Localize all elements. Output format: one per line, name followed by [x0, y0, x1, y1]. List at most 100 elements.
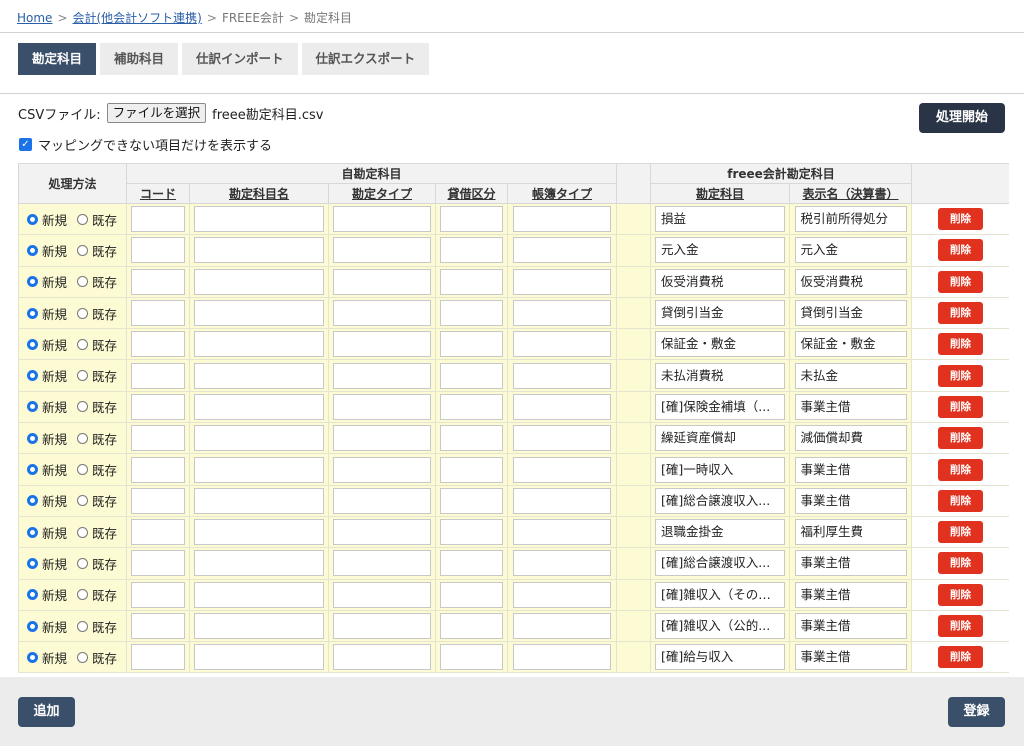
delete-button[interactable]: 削除 — [938, 302, 983, 325]
debit-credit-input[interactable] — [440, 300, 503, 327]
debit-credit-input[interactable] — [440, 456, 503, 483]
book-type-input[interactable] — [513, 550, 611, 577]
header-debit-credit[interactable]: 貸借区分 — [435, 183, 508, 204]
radio-existing[interactable] — [77, 651, 89, 663]
choose-file-button[interactable]: ファイルを選択 — [106, 103, 207, 123]
code-input[interactable] — [131, 550, 185, 577]
freee-account-field[interactable]: [確]一時収入 — [655, 456, 785, 483]
radio-existing[interactable] — [77, 338, 89, 350]
freee-account-field[interactable]: 退職金掛金 — [655, 519, 785, 546]
display-name-field[interactable]: 事業主借 — [794, 550, 907, 577]
debit-credit-input[interactable] — [440, 268, 503, 295]
delete-button[interactable]: 削除 — [938, 646, 983, 669]
delete-button[interactable]: 削除 — [938, 583, 983, 606]
add-button[interactable]: 追加 — [18, 697, 75, 727]
debit-credit-input[interactable] — [440, 581, 503, 608]
radio-existing[interactable] — [77, 432, 89, 444]
book-type-input[interactable] — [513, 581, 611, 608]
display-name-field[interactable]: 仮受消費税 — [794, 268, 907, 295]
book-type-input[interactable] — [513, 456, 611, 483]
delete-button[interactable]: 削除 — [938, 427, 983, 450]
book-type-input[interactable] — [513, 300, 611, 327]
freee-account-field[interactable]: [確]総合譲渡収入... — [655, 487, 785, 514]
account-type-input[interactable] — [333, 268, 431, 295]
account-type-input[interactable] — [333, 362, 431, 389]
code-input[interactable] — [131, 581, 185, 608]
checkbox-checked-icon[interactable]: ✓ — [19, 138, 32, 151]
radio-new[interactable] — [27, 338, 38, 350]
delete-button[interactable]: 削除 — [938, 395, 983, 418]
delete-button[interactable]: 削除 — [938, 521, 983, 544]
radio-new[interactable] — [27, 307, 38, 319]
account-name-input[interactable] — [194, 300, 324, 327]
freee-account-field[interactable]: [確]雑収入（その他） — [655, 581, 785, 608]
code-input[interactable] — [131, 237, 185, 264]
delete-button[interactable]: 削除 — [938, 458, 983, 481]
delete-button[interactable]: 削除 — [938, 208, 983, 231]
code-input[interactable] — [131, 519, 185, 546]
account-type-input[interactable] — [333, 425, 431, 452]
display-name-field[interactable]: 貸倒引当金 — [794, 300, 907, 327]
account-name-input[interactable] — [194, 362, 324, 389]
debit-credit-input[interactable] — [440, 206, 503, 233]
radio-existing[interactable] — [77, 589, 89, 601]
radio-existing[interactable] — [77, 557, 89, 569]
code-input[interactable] — [131, 613, 185, 639]
account-type-input[interactable] — [333, 300, 431, 327]
display-name-field[interactable]: 事業主借 — [794, 456, 907, 483]
radio-existing[interactable] — [77, 401, 89, 413]
code-input[interactable] — [131, 206, 185, 233]
tab-sub-accounts[interactable]: 補助科目 — [100, 43, 179, 75]
display-name-field[interactable]: 元入金 — [794, 237, 907, 264]
delete-button[interactable]: 削除 — [938, 615, 983, 637]
start-processing-button[interactable]: 処理開始 — [919, 103, 1005, 133]
code-input[interactable] — [131, 300, 185, 327]
debit-credit-input[interactable] — [440, 425, 503, 452]
account-type-input[interactable] — [333, 206, 431, 233]
radio-existing[interactable] — [77, 244, 89, 256]
account-name-input[interactable] — [194, 487, 324, 514]
debit-credit-input[interactable] — [440, 613, 503, 639]
filter-checkbox-row[interactable]: ✓ マッピングできない項目だけを表示する — [19, 135, 272, 154]
radio-new[interactable] — [27, 651, 38, 663]
radio-new[interactable] — [27, 401, 38, 413]
code-input[interactable] — [131, 456, 185, 483]
account-type-input[interactable] — [333, 613, 431, 639]
radio-existing[interactable] — [77, 620, 89, 632]
code-input[interactable] — [131, 268, 185, 295]
debit-credit-input[interactable] — [440, 393, 503, 420]
radio-existing[interactable] — [77, 464, 89, 476]
display-name-field[interactable]: 事業主借 — [794, 613, 907, 639]
radio-existing[interactable] — [77, 307, 89, 319]
account-type-input[interactable] — [333, 331, 431, 358]
radio-new[interactable] — [27, 464, 38, 476]
debit-credit-input[interactable] — [440, 487, 503, 514]
radio-new[interactable] — [27, 526, 38, 538]
radio-new[interactable] — [27, 244, 38, 256]
account-name-input[interactable] — [194, 550, 324, 577]
account-type-input[interactable] — [333, 393, 431, 420]
display-name-field[interactable]: 事業主借 — [794, 644, 907, 671]
account-type-input[interactable] — [333, 519, 431, 546]
freee-account-field[interactable]: 貸倒引当金 — [655, 300, 785, 327]
delete-button[interactable]: 削除 — [938, 552, 983, 575]
account-type-input[interactable] — [333, 456, 431, 483]
radio-existing[interactable] — [77, 495, 89, 507]
account-type-input[interactable] — [333, 237, 431, 264]
book-type-input[interactable] — [513, 425, 611, 452]
account-type-input[interactable] — [333, 644, 431, 671]
display-name-field[interactable]: 福利厚生費 — [794, 519, 907, 546]
debit-credit-input[interactable] — [440, 362, 503, 389]
account-name-input[interactable] — [194, 581, 324, 608]
debit-credit-input[interactable] — [440, 237, 503, 264]
book-type-input[interactable] — [513, 613, 611, 639]
delete-button[interactable]: 削除 — [938, 239, 983, 262]
account-name-input[interactable] — [194, 519, 324, 546]
delete-button[interactable]: 削除 — [938, 270, 983, 293]
radio-new[interactable] — [27, 276, 38, 288]
freee-account-field[interactable]: [確]保険金補填（... — [655, 393, 785, 420]
breadcrumb-home-link[interactable]: Home — [17, 11, 52, 25]
book-type-input[interactable] — [513, 393, 611, 420]
header-account-name[interactable]: 勘定科目名 — [189, 183, 329, 204]
code-input[interactable] — [131, 362, 185, 389]
